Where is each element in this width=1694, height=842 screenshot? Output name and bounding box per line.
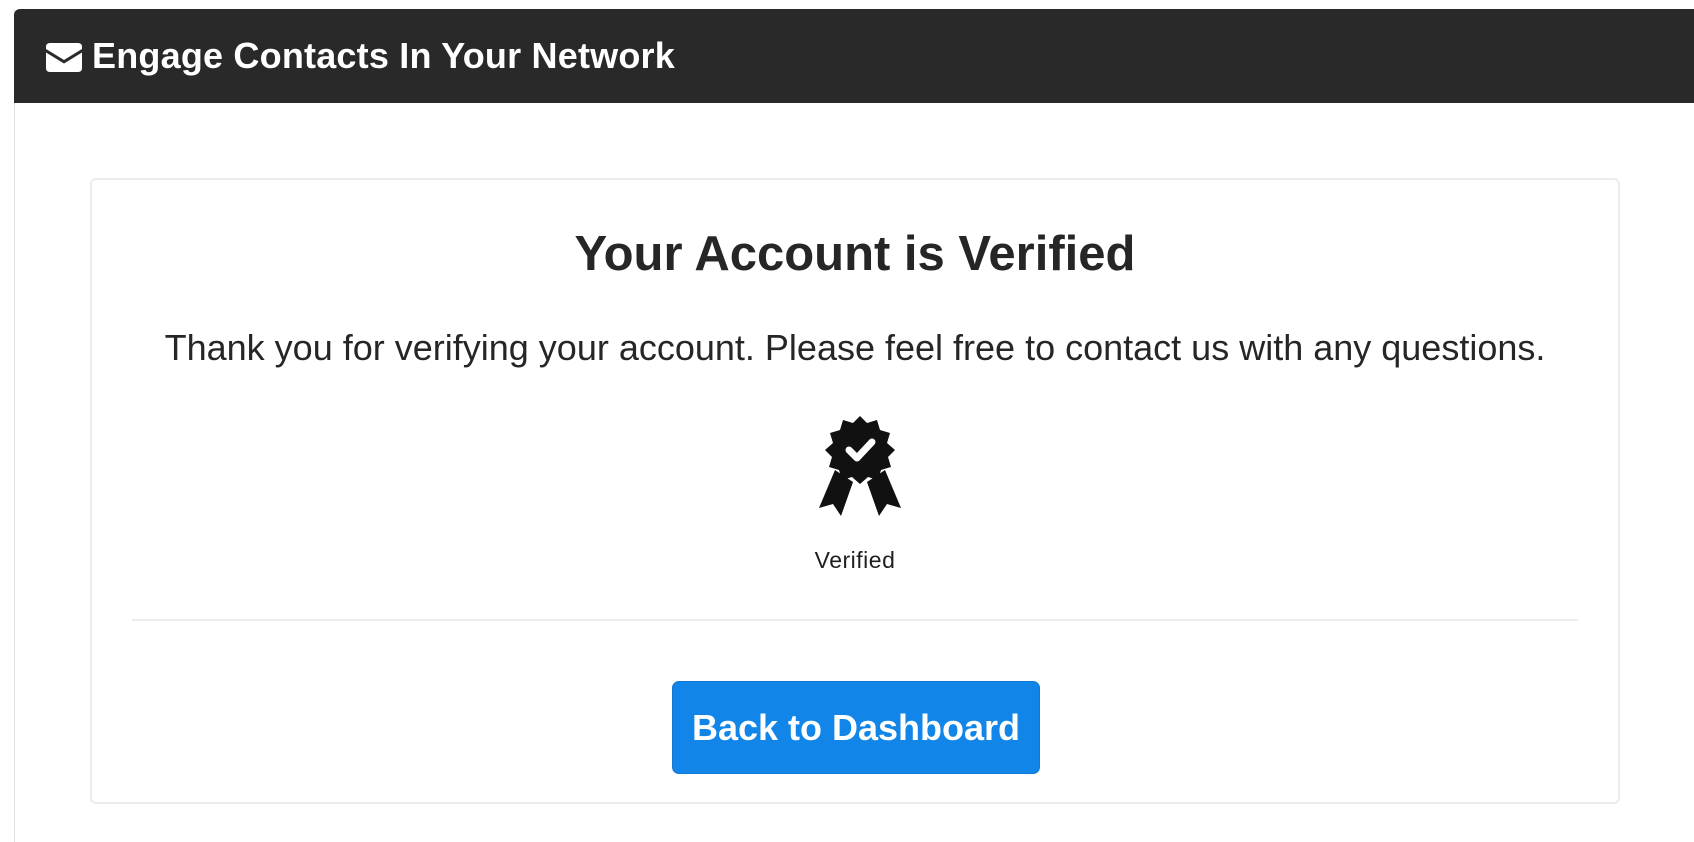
verification-card: Your Account is Verified Thank you for v…	[90, 178, 1620, 804]
panel-title: Engage Contacts In Your Network	[92, 35, 675, 76]
network-panel: Engage Contacts In Your Network Your Acc…	[14, 9, 1694, 842]
envelope-icon	[46, 42, 82, 72]
panel-header: Engage Contacts In Your Network	[14, 9, 1694, 103]
divider	[132, 619, 1578, 621]
back-to-dashboard-button[interactable]: Back to Dashboard	[672, 681, 1040, 774]
card-title: Your Account is Verified	[574, 227, 1136, 281]
verified-badge-icon	[819, 416, 901, 516]
badge-caption: Verified	[814, 547, 896, 573]
card-message: Thank you for verifying your account. Pl…	[164, 327, 1546, 368]
